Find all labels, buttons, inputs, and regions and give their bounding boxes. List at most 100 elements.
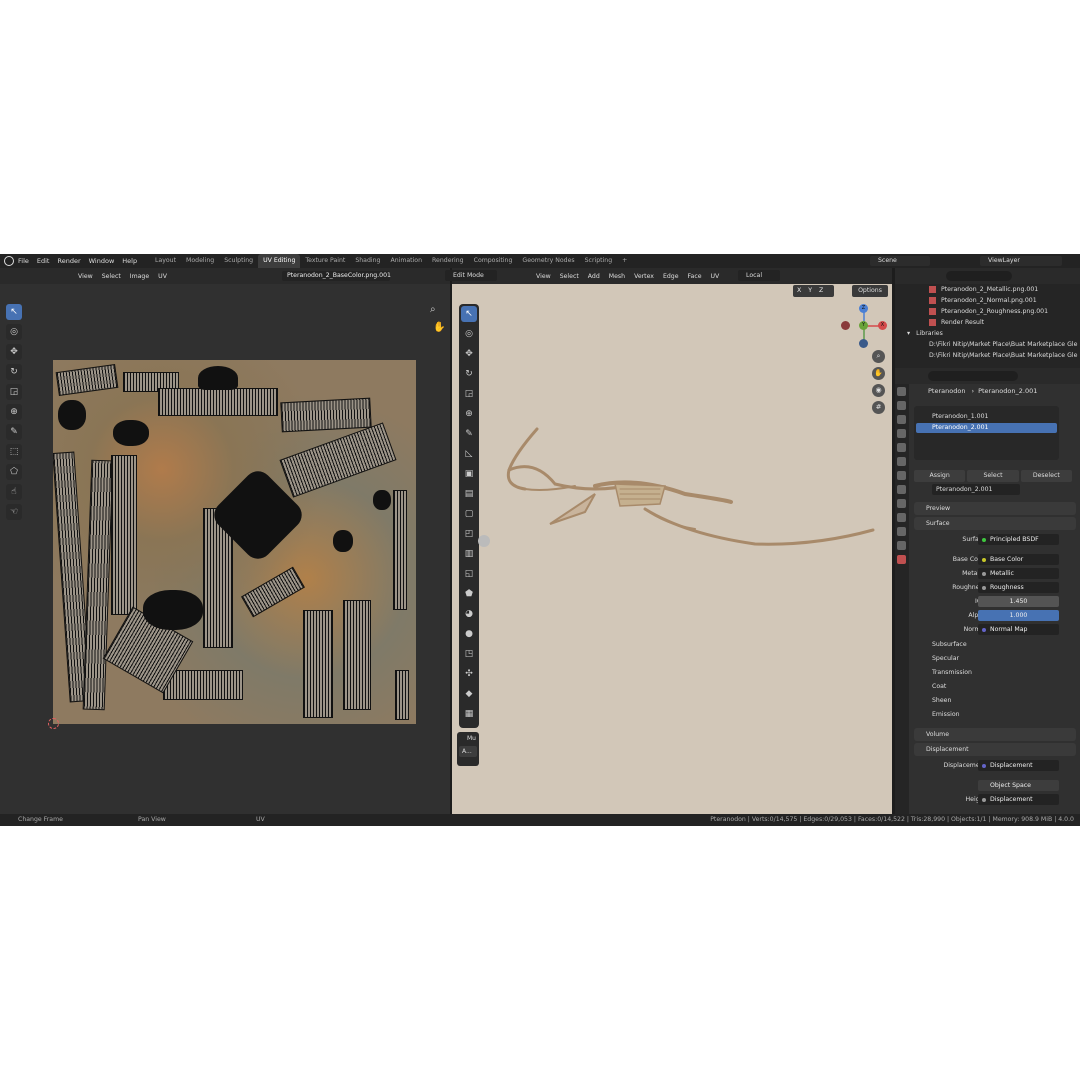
base-color-field[interactable]: Base Color <box>978 554 1059 565</box>
uv-2d-cursor-icon[interactable] <box>48 718 59 729</box>
vp-menu-uv[interactable]: UV <box>711 273 720 280</box>
space-dropdown[interactable]: Object Space <box>978 780 1059 791</box>
edge-slide-icon[interactable]: ◳ <box>461 646 477 662</box>
camera-icon[interactable]: ◉ <box>872 384 885 397</box>
pinch-tool-icon[interactable]: ☜ <box>6 504 22 520</box>
particles-tab-icon[interactable] <box>897 499 906 508</box>
assign-button[interactable]: Assign <box>914 470 966 482</box>
knife-icon[interactable]: ◱ <box>461 566 477 582</box>
smooth-icon[interactable]: ● <box>461 626 477 642</box>
tab-animation[interactable]: Animation <box>385 254 427 268</box>
outliner-item-metallic[interactable]: Pteranodon_2_Metallic.png.001 <box>895 284 1080 295</box>
cursor-tool-icon[interactable]: ◎ <box>6 324 22 340</box>
menu-render[interactable]: Render <box>57 254 80 268</box>
tab-geometry-nodes[interactable]: Geometry Nodes <box>517 254 579 268</box>
scale-icon[interactable]: ◲ <box>461 386 477 402</box>
properties-search-input[interactable] <box>928 371 1018 381</box>
ior-field[interactable]: 1.450 <box>978 596 1059 607</box>
gizmo-neg-x[interactable] <box>841 321 850 330</box>
chevron-down-icon[interactable]: ▾ <box>907 330 910 337</box>
sidebar-tab-button[interactable]: A... <box>459 746 477 757</box>
measure-icon[interactable]: ◺ <box>461 446 477 462</box>
gizmo-z-axis[interactable]: Z <box>859 304 868 313</box>
alpha-field[interactable]: 1.000 <box>978 610 1059 621</box>
axis-x-toggle[interactable]: X <box>797 285 801 297</box>
tab-uv-editing[interactable]: UV Editing <box>258 254 301 268</box>
specular-subpanel[interactable]: Specular <box>932 653 959 665</box>
annotate-icon[interactable]: ✎ <box>461 426 477 442</box>
pan-hand-icon[interactable]: ✋ <box>872 367 885 380</box>
uv-menu-uv[interactable]: UV <box>158 273 167 280</box>
rip-region-icon[interactable]: ▦ <box>461 706 477 722</box>
axis-y-toggle[interactable]: Y <box>808 285 812 297</box>
transform-icon[interactable]: ⊕ <box>461 406 477 422</box>
tab-compositing[interactable]: Compositing <box>469 254 518 268</box>
transform-tool-icon[interactable]: ⊕ <box>6 404 22 420</box>
object-tab-icon[interactable] <box>897 471 906 480</box>
output-tab-icon[interactable] <box>897 415 906 424</box>
height-field[interactable]: Displacement <box>978 794 1059 805</box>
poly-build-icon[interactable]: ⬟ <box>461 586 477 602</box>
add-workspace-button[interactable]: + <box>617 254 632 268</box>
material-tab-icon[interactable] <box>897 555 906 564</box>
vp-menu-edge[interactable]: Edge <box>663 273 679 280</box>
tab-scripting[interactable]: Scripting <box>580 254 618 268</box>
tab-rendering[interactable]: Rendering <box>427 254 469 268</box>
roughness-field[interactable]: Roughness <box>978 582 1059 593</box>
view-layer-tab-icon[interactable] <box>897 429 906 438</box>
menu-edit[interactable]: Edit <box>37 254 50 268</box>
render-tab-icon[interactable] <box>897 401 906 410</box>
mode-selector[interactable]: Edit Mode <box>445 270 497 281</box>
material-slot-2[interactable]: Pteranodon_2.001 <box>916 423 1057 433</box>
tab-layout[interactable]: Layout <box>150 254 181 268</box>
physics-tab-icon[interactable] <box>897 513 906 522</box>
grab-tool-icon[interactable]: ⬠ <box>6 464 22 480</box>
annotate-tool-icon[interactable]: ✎ <box>6 424 22 440</box>
area-split-handle[interactable] <box>478 535 490 547</box>
gizmo-y-axis[interactable]: Y <box>859 321 868 330</box>
gizmo-neg-z[interactable] <box>859 339 868 348</box>
coat-subpanel[interactable]: Coat <box>932 681 946 693</box>
select-box-icon[interactable]: ↖ <box>461 306 477 322</box>
tab-texture-paint[interactable]: Texture Paint <box>300 254 350 268</box>
menu-help[interactable]: Help <box>122 254 137 268</box>
vp-menu-view[interactable]: View <box>536 273 551 280</box>
rotate-tool-icon[interactable]: ↻ <box>6 364 22 380</box>
scene-selector[interactable]: Scene <box>870 256 930 266</box>
loop-cut-icon[interactable]: ▥ <box>461 546 477 562</box>
cursor-icon[interactable]: ◎ <box>461 326 477 342</box>
options-dropdown[interactable]: Options <box>852 285 888 297</box>
constraints-tab-icon[interactable] <box>897 527 906 536</box>
outliner-libraries[interactable]: ▾ Libraries <box>895 328 1080 339</box>
outliner-item-render-result[interactable]: Render Result <box>895 317 1080 328</box>
vp-menu-face[interactable]: Face <box>688 273 702 280</box>
surface-shader-field[interactable]: Principled BSDF <box>978 534 1059 545</box>
tab-shading[interactable]: Shading <box>350 254 385 268</box>
grid-icon[interactable]: # <box>872 401 885 414</box>
material-name-field[interactable]: Pteranodon_2.001 <box>932 484 1020 495</box>
outliner-item-normal[interactable]: Pteranodon_2_Normal.png.001 <box>895 295 1080 306</box>
tab-modeling[interactable]: Modeling <box>181 254 219 268</box>
vp-menu-mesh[interactable]: Mesh <box>609 273 625 280</box>
metallic-field[interactable]: Metallic <box>978 568 1059 579</box>
uv-menu-view[interactable]: View <box>78 273 93 280</box>
zoom-icon[interactable]: ⌕ <box>872 350 885 363</box>
move-tool-icon[interactable]: ✥ <box>6 344 22 360</box>
transform-orientation[interactable]: Local <box>738 270 780 281</box>
add-cube-icon[interactable]: ▣ <box>461 466 477 482</box>
uv-menu-select[interactable]: Select <box>102 273 121 280</box>
sheen-subpanel[interactable]: Sheen <box>932 695 951 707</box>
transmission-subpanel[interactable]: Transmission <box>932 667 972 679</box>
uv-menu-image[interactable]: Image <box>130 273 149 280</box>
outliner-item-roughness[interactable]: Pteranodon_2_Roughness.png.001 <box>895 306 1080 317</box>
modifier-tab-icon[interactable] <box>897 485 906 494</box>
vp-menu-select[interactable]: Select <box>560 273 579 280</box>
relax-tool-icon[interactable]: ☝ <box>6 484 22 500</box>
normal-field[interactable]: Normal Map <box>978 624 1059 635</box>
world-tab-icon[interactable] <box>897 457 906 466</box>
inset-icon[interactable]: ▢ <box>461 506 477 522</box>
vp-menu-vertex[interactable]: Vertex <box>634 273 654 280</box>
spin-icon[interactable]: ◕ <box>461 606 477 622</box>
material-slot-1[interactable]: Pteranodon_1.001 <box>916 412 1057 422</box>
scale-tool-icon[interactable]: ◲ <box>6 384 22 400</box>
